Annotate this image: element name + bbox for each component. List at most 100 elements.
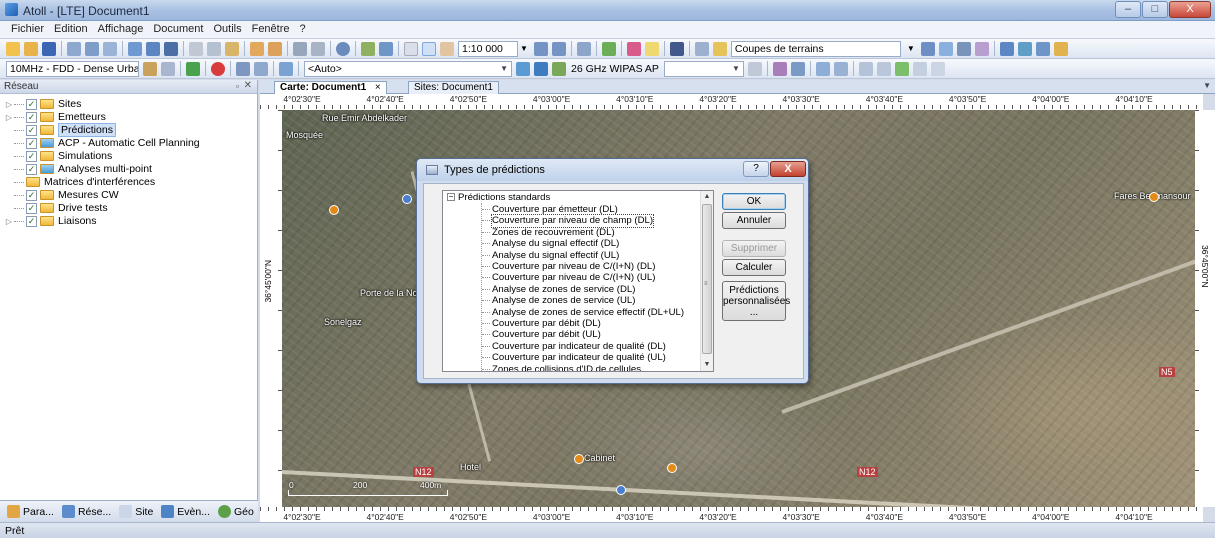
collapse-icon[interactable]: − <box>447 193 455 202</box>
tree-item[interactable]: ✓ Simulations <box>4 149 112 163</box>
wipas-icon[interactable] <box>552 61 566 76</box>
save-icon[interactable] <box>42 41 56 56</box>
scroll-down-icon[interactable]: ▼ <box>701 359 713 371</box>
tab-network[interactable]: Rése... <box>59 503 114 521</box>
place-marker-icon[interactable] <box>616 485 626 495</box>
archive-icon[interactable] <box>103 41 117 56</box>
draw-rectangle-icon[interactable] <box>938 41 953 56</box>
expand-icon[interactable]: ▷ <box>4 113 14 122</box>
maximize-button[interactable]: □ <box>1142 1 1168 18</box>
prediction-type-item[interactable]: Analyse de zones de service (UL) <box>482 295 635 306</box>
redo-icon[interactable] <box>268 41 282 56</box>
close-tab-icon[interactable]: × <box>375 82 381 93</box>
scroll-thumb[interactable] <box>702 204 712 354</box>
tool-h-icon[interactable] <box>894 61 909 76</box>
terrain-section-combo[interactable]: Coupes de terrains <box>730 40 901 57</box>
prediction-type-item[interactable]: Couverture par indicateur de qualité (DL… <box>482 341 666 352</box>
print-icon[interactable] <box>293 41 307 56</box>
select-icon[interactable] <box>404 41 418 56</box>
paste-icon[interactable] <box>225 41 239 56</box>
visibility-checkbox[interactable]: ✓ <box>26 189 37 201</box>
tab-sites-document[interactable]: Sites: Document1 <box>408 81 499 94</box>
prediction-type-item[interactable]: Couverture par niveau de C/(I+N) (UL) <box>482 272 655 283</box>
close-window-button[interactable]: X <box>1169 1 1211 18</box>
tab-parameters[interactable]: Para... <box>4 503 57 521</box>
custom-predictions-button[interactable]: Prédictions personnalisées ... <box>722 281 790 321</box>
cut-icon[interactable] <box>189 41 203 56</box>
tab-map-document[interactable]: Carte: Document1 × <box>274 81 387 94</box>
tree-root-standard-predictions[interactable]: − Prédictions standards <box>447 192 550 203</box>
chevron-down-icon[interactable]: ▼ <box>907 44 915 53</box>
prediction-type-item[interactable]: Couverture par niveau de C/(I+N) (DL) <box>482 261 655 272</box>
antenna-icon[interactable] <box>143 61 157 76</box>
tree-item[interactable]: ▷ ✓ Liaisons <box>4 214 97 228</box>
export-icon[interactable] <box>146 41 160 56</box>
grid-icon[interactable] <box>254 61 268 76</box>
rulers-icon[interactable] <box>694 41 709 56</box>
expand-icon[interactable]: ▷ <box>4 100 14 109</box>
visibility-checkbox[interactable]: ✓ <box>26 137 37 149</box>
style-icon[interactable] <box>1053 41 1068 56</box>
menu-affichage[interactable]: Affichage <box>93 21 149 38</box>
tool-a-icon[interactable] <box>747 61 762 76</box>
calculate-icon[interactable] <box>336 41 350 56</box>
delete-button[interactable]: Supprimer <box>722 240 786 257</box>
draw-line-icon[interactable] <box>956 41 971 56</box>
tool-e-icon[interactable] <box>833 61 848 76</box>
frequency-combo[interactable]: ▼ <box>663 60 744 77</box>
prediction-type-item[interactable]: Couverture par émetteur (DL) <box>482 204 618 215</box>
tool-c-icon[interactable] <box>790 61 805 76</box>
print-preview-icon[interactable] <box>311 41 325 56</box>
table-icon[interactable] <box>236 61 250 76</box>
arrow-icon[interactable] <box>1017 41 1032 56</box>
tool-i-icon[interactable] <box>912 61 927 76</box>
cancel-button[interactable]: Annuler <box>722 212 786 229</box>
zoom-area-icon[interactable] <box>576 41 591 56</box>
place-marker-icon[interactable] <box>574 454 584 464</box>
import-icon[interactable] <box>128 41 142 56</box>
prediction-type-item[interactable]: Analyse du signal effectif (DL) <box>482 238 619 249</box>
tab-site[interactable]: Site <box>116 503 156 521</box>
prediction-type-item[interactable]: Analyse de zones de service (DL) <box>482 284 635 295</box>
tool-f-icon[interactable] <box>858 61 873 76</box>
menu-edition[interactable]: Edition <box>49 21 93 38</box>
place-marker-icon[interactable] <box>667 463 677 473</box>
tree-item[interactable]: ✓ Drive tests <box>4 201 108 215</box>
tree-item[interactable]: Matrices d'interférences <box>4 175 155 189</box>
ellipse-icon[interactable] <box>1035 41 1050 56</box>
link-icon[interactable] <box>164 41 178 56</box>
menu-fenetre[interactable]: Fenêtre <box>247 21 295 38</box>
terrain-icon[interactable] <box>712 41 727 56</box>
tree-item[interactable]: ▷ ✓ Sites <box>4 97 81 111</box>
database-icon[interactable] <box>67 41 81 56</box>
target-icon[interactable] <box>211 61 225 76</box>
prediction-type-item[interactable]: Couverture par niveau de champ (DL) <box>482 214 655 228</box>
chevron-down-icon[interactable]: ▼ <box>520 44 528 53</box>
legend-icon[interactable] <box>626 41 641 56</box>
menu-help[interactable]: ? <box>295 21 311 38</box>
prediction-type-item[interactable]: Analyse de zones de service effectif (DL… <box>482 307 684 318</box>
tree-item[interactable]: ✓ Analyses multi-point <box>4 162 152 176</box>
draw-polygon-icon[interactable] <box>920 41 935 56</box>
prediction-type-item[interactable]: Couverture par débit (UL) <box>482 329 601 340</box>
transmitter-icon[interactable] <box>186 61 200 76</box>
shape-icon[interactable] <box>999 41 1014 56</box>
menu-fichier[interactable]: Fichier <box>6 21 49 38</box>
copy-icon[interactable] <box>207 41 221 56</box>
comment-icon[interactable] <box>644 41 659 56</box>
pan-hand-icon[interactable] <box>440 41 454 56</box>
menu-outils[interactable]: Outils <box>208 21 246 38</box>
new-icon[interactable] <box>6 41 20 56</box>
prediction-type-item[interactable]: Couverture par débit (DL) <box>482 318 601 329</box>
tree-item[interactable]: ✓ Prédictions <box>4 123 116 137</box>
predictions-icon[interactable] <box>361 41 375 56</box>
place-marker-icon[interactable] <box>402 194 412 204</box>
expand-icon[interactable]: ▷ <box>4 217 14 226</box>
draw-point-icon[interactable] <box>974 41 989 56</box>
close-panel-icon[interactable]: ✕ <box>244 80 252 91</box>
visibility-checkbox[interactable]: ✓ <box>26 150 37 162</box>
ok-button[interactable]: OK <box>722 193 786 210</box>
menu-document[interactable]: Document <box>148 21 208 38</box>
pin-icon[interactable]: ▫ <box>236 81 239 91</box>
open-icon[interactable] <box>24 41 38 56</box>
